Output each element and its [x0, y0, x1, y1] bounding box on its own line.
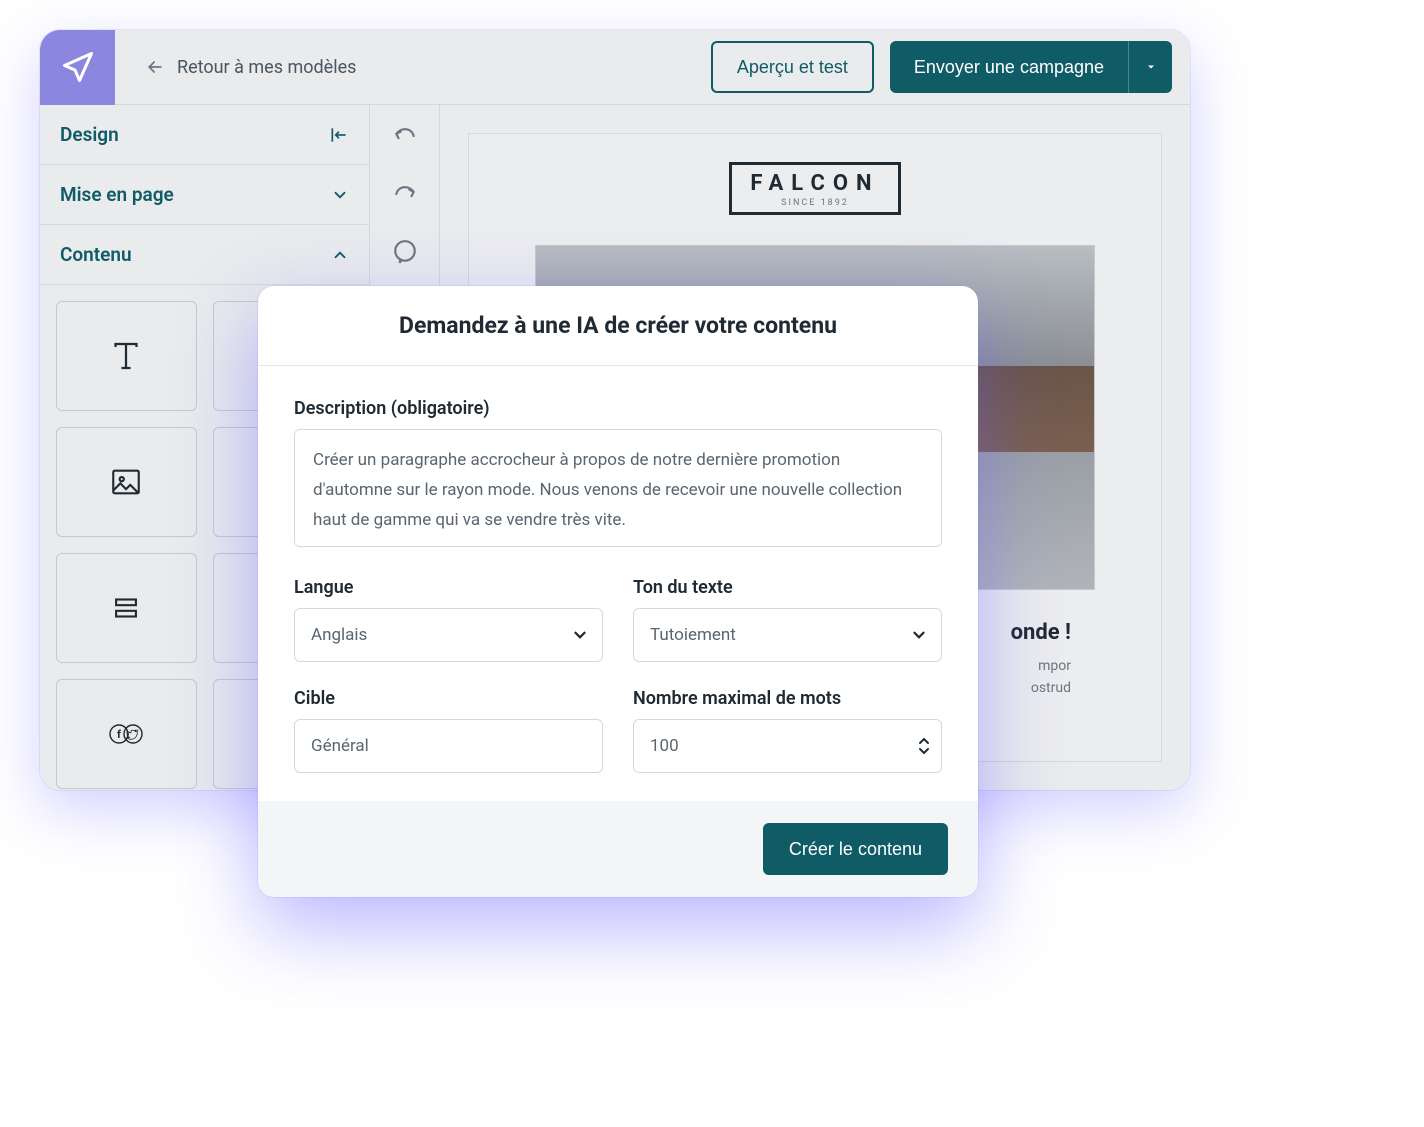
send-campaign-button[interactable]: Envoyer une campagne	[890, 41, 1128, 93]
topbar: Retour à mes modèles Aperçu et test Envo…	[40, 30, 1190, 105]
redo-button[interactable]	[392, 181, 418, 207]
brand-name: FALCON	[750, 171, 879, 196]
target-label: Cible	[294, 688, 603, 709]
modal-footer: Créer le contenu	[258, 801, 978, 897]
preview-button[interactable]: Aperçu et test	[711, 41, 874, 93]
tone-select[interactable]	[633, 608, 942, 662]
modal-header: Demandez à une IA de créer votre contenu	[258, 286, 978, 366]
chevron-down-icon	[331, 186, 349, 204]
target-input[interactable]	[294, 719, 603, 773]
app-logo[interactable]	[40, 30, 115, 105]
ai-content-modal: Demandez à une IA de créer votre contenu…	[258, 286, 978, 897]
sidebar-section-content[interactable]: Contenu	[40, 225, 369, 285]
modal-body: Description (obligatoire) Langue Ton du …	[258, 366, 978, 801]
svg-text:f: f	[117, 728, 121, 741]
tile-spacer[interactable]	[56, 553, 197, 663]
sidebar-label: Mise en page	[60, 183, 174, 206]
arrow-left-icon	[145, 57, 165, 77]
maxwords-input[interactable]	[633, 719, 942, 773]
brand-since: SINCE 1892	[750, 198, 879, 208]
social-icon: f	[106, 719, 146, 749]
send-campaign-dropdown[interactable]	[1128, 41, 1172, 93]
modal-title: Demandez à une IA de créer votre contenu	[290, 312, 946, 339]
text-icon	[108, 338, 144, 374]
description-label: Description (obligatoire)	[294, 398, 942, 419]
description-input[interactable]	[294, 429, 942, 547]
brand-logo: FALCON SINCE 1892	[729, 162, 900, 215]
image-icon	[109, 465, 143, 499]
paper-plane-icon	[60, 49, 96, 85]
language-select[interactable]	[294, 608, 603, 662]
undo-button[interactable]	[392, 123, 418, 149]
tile-social[interactable]: f	[56, 679, 197, 789]
send-campaign-group: Envoyer une campagne	[890, 41, 1172, 93]
comment-button[interactable]	[392, 239, 418, 265]
tone-label: Ton du texte	[633, 577, 942, 598]
chevron-up-icon	[331, 246, 349, 264]
tile-text[interactable]	[56, 301, 197, 411]
back-link[interactable]: Retour à mes modèles	[145, 57, 356, 78]
sidebar-section-layout[interactable]: Mise en page	[40, 165, 369, 225]
language-label: Langue	[294, 577, 603, 598]
maxwords-label: Nombre maximal de mots	[633, 688, 942, 709]
undo-icon	[392, 123, 418, 149]
create-content-button[interactable]: Créer le contenu	[763, 823, 948, 875]
collapse-left-icon	[329, 125, 349, 145]
tile-image[interactable]	[56, 427, 197, 537]
sidebar-label: Contenu	[60, 243, 132, 266]
back-label: Retour à mes modèles	[177, 57, 356, 78]
caret-down-icon	[1145, 61, 1157, 73]
sidebar-section-design[interactable]: Design	[40, 105, 369, 165]
chat-icon	[392, 239, 418, 265]
sidebar-label: Design	[60, 123, 119, 146]
redo-icon	[392, 181, 418, 207]
rows-icon	[109, 591, 143, 625]
